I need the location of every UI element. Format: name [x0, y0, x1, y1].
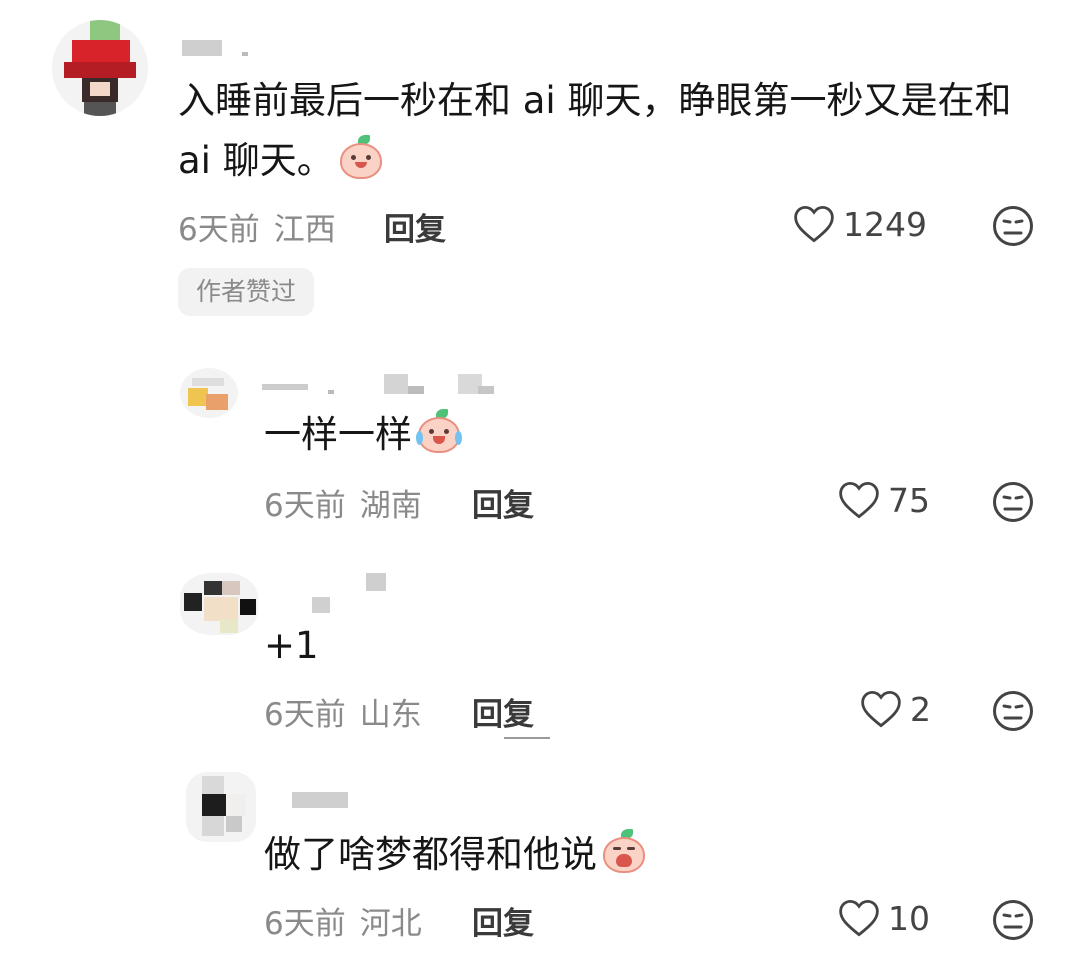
comment-text: 做了啥梦都得和他说: [264, 833, 597, 876]
like-button[interactable]: 2: [860, 689, 931, 729]
crying-laugh-emoji-icon: [416, 409, 462, 453]
comment-location: 湖南: [359, 488, 422, 524]
avatar[interactable]: [180, 368, 238, 418]
like-count: 10: [888, 898, 930, 938]
comment-time: 6天前: [264, 488, 346, 524]
username[interactable]: [310, 573, 390, 613]
like-button[interactable]: 1249: [793, 204, 927, 244]
meh-face-icon[interactable]: [992, 481, 1034, 523]
wailing-emoji-icon: [601, 829, 647, 873]
comment-meta: 6天前 河北: [264, 898, 436, 943]
comment-time: 6天前: [264, 697, 346, 733]
like-count: 1249: [843, 204, 927, 244]
heart-outline-icon: [861, 690, 901, 728]
meh-face-icon[interactable]: [992, 690, 1034, 732]
comment-location: 江西: [273, 212, 336, 248]
comment-location: 山东: [359, 697, 422, 733]
avatar[interactable]: [186, 772, 256, 842]
comment-2: 一样一样 6天前 湖南 回复 75: [0, 360, 1080, 540]
comment-text-line-1: 入睡前最后一秒在和 ai 聊天，睁眼第一秒又是在和: [178, 79, 1012, 122]
comment-time: 6天前: [264, 906, 346, 942]
comment-text-line-2: ai 聊天。: [178, 132, 384, 190]
comment-text-line: 一样一样: [264, 406, 462, 464]
like-count: 75: [888, 480, 930, 520]
heart-outline-icon: [839, 899, 879, 937]
comment-3: +1 6天前 山东 回复 2: [0, 565, 1080, 750]
like-button[interactable]: 75: [838, 480, 930, 520]
heart-outline-icon: [839, 481, 879, 519]
comment-text: ai 聊天。: [178, 139, 334, 182]
divider: [504, 737, 550, 739]
like-count: 2: [910, 689, 931, 729]
meh-face-icon[interactable]: [992, 205, 1034, 247]
meh-face-icon[interactable]: [992, 899, 1034, 941]
smile-emoji-icon: [338, 135, 384, 179]
avatar[interactable]: [180, 573, 258, 635]
reply-button[interactable]: 回复: [472, 689, 534, 734]
comment-location: 河北: [359, 906, 422, 942]
comment-meta: 6天前 江西: [178, 204, 350, 249]
heart-outline-icon: [794, 205, 834, 243]
comment-meta: 6天前 湖南: [264, 480, 436, 525]
comment-1: 入睡前最后一秒在和 ai 聊天，睁眼第一秒又是在和 ai 聊天。 6天前 江西 回…: [0, 0, 1080, 340]
comment-time: 6天前: [178, 212, 260, 248]
username[interactable]: [292, 790, 352, 810]
username[interactable]: [182, 40, 252, 58]
like-button[interactable]: 10: [838, 898, 930, 938]
username[interactable]: [262, 370, 502, 394]
author-liked-badge: 作者赞过: [178, 268, 315, 316]
comment-text-line: 做了啥梦都得和他说: [264, 826, 647, 884]
comment-text: 一样一样: [264, 413, 412, 456]
comment-meta: 6天前 山东: [264, 689, 436, 734]
reply-button[interactable]: 回复: [472, 898, 534, 943]
comment-text: +1: [264, 624, 319, 667]
reply-button[interactable]: 回复: [384, 204, 446, 249]
comment-4: 做了啥梦都得和他说 6天前 河北 回复 10: [0, 770, 1080, 970]
avatar[interactable]: [52, 20, 148, 116]
reply-button[interactable]: 回复: [472, 480, 534, 525]
